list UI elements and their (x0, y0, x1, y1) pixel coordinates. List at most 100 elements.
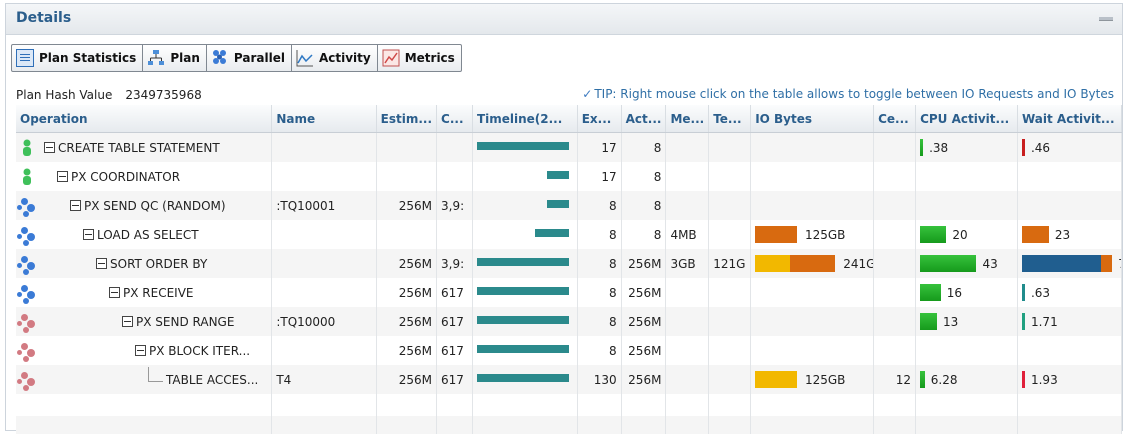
cpu-activity-cell: 6.28 (915, 365, 1018, 394)
name-cell: :TQ10000 (271, 307, 377, 336)
collapse-node-icon[interactable] (70, 200, 81, 211)
table-row[interactable]: CREATE TABLE STATEMENT 17 8 .38 .46 (16, 132, 1123, 162)
column-header[interactable]: Wait Activit... (1017, 105, 1123, 133)
name-cell: :TQ10001 (271, 191, 377, 220)
table-row[interactable]: SORT ORDER BY256M3,9:8256M3GB121G241GB43… (16, 249, 1123, 278)
tab-plan-statistics[interactable]: Plan Statistics (12, 45, 144, 71)
tip-text: ✓ TIP: Right mouse click on the table all… (582, 87, 1114, 101)
cost-cell: 3,9: (436, 249, 473, 278)
cost-cell (436, 162, 473, 191)
column-header[interactable]: Me... (665, 105, 710, 133)
actual-rows-cell: 256M (621, 278, 667, 307)
timeline-bar (476, 316, 570, 324)
collapse-node-icon[interactable] (122, 316, 133, 327)
io-bytes-value: 125GB (804, 373, 846, 387)
timeline-cell (472, 307, 578, 336)
temp-cell (708, 278, 752, 307)
tab-label: Plan (170, 51, 200, 65)
column-header[interactable]: Act... (621, 105, 667, 133)
table-row[interactable]: PX BLOCK ITER... 256M 617 8 256M (16, 336, 1123, 365)
memory-cell (665, 307, 710, 336)
cpu-activity-value: 20 (952, 228, 968, 242)
column-header[interactable]: C... (436, 105, 473, 133)
table-row[interactable]: PX SEND RANGE:TQ10000 256M 617 8 256M 13 1.71 (16, 307, 1123, 336)
estimated-rows-cell: 256M (376, 307, 438, 336)
table-row[interactable]: TABLE ACCES... T4 256M 617 130 256M 125GB 12 6.2… (16, 365, 1123, 394)
name-cell (271, 278, 377, 307)
check-icon: ✓ (582, 87, 593, 101)
column-header[interactable]: Estim... (376, 105, 438, 133)
temp-cell (708, 365, 752, 394)
collapse-node-icon[interactable] (135, 345, 146, 356)
cpu-activity-value: .38 (929, 141, 949, 155)
operation-label: PX RECEIVE (123, 285, 194, 300)
column-header[interactable]: Ex... (577, 105, 622, 133)
cost-cell: 617 (436, 307, 473, 336)
wait-activity-cell (1017, 191, 1123, 220)
temp-cell (708, 336, 752, 365)
collapse-node-icon[interactable] (44, 142, 55, 153)
tab-activity[interactable]: Activity (292, 45, 378, 71)
parallel-server-set2-icon (20, 371, 36, 389)
column-header[interactable]: Ce... (873, 105, 917, 133)
operation-label: TABLE ACCES... (166, 372, 259, 387)
executions-cell: 130 (577, 365, 622, 394)
tab-parallel[interactable]: Parallel (207, 45, 292, 71)
memory-cell (665, 278, 710, 307)
actual-rows-cell: 8 (621, 220, 667, 249)
actual-rows-cell: 8 (621, 132, 667, 162)
cell-offload-cell (873, 307, 917, 336)
column-header[interactable]: Operation (16, 105, 273, 133)
table-icon (16, 49, 34, 67)
column-header[interactable]: Name (271, 105, 377, 133)
table-row[interactable]: LOAD AS SELECT 8 8 4MB 125GB 20 23 (16, 220, 1123, 249)
tree-diagram-icon (147, 49, 165, 67)
io-bytes-cell (750, 336, 875, 365)
collapse-node-icon[interactable] (109, 287, 120, 298)
name-cell (271, 162, 377, 191)
column-header[interactable]: CPU Activit... (915, 105, 1018, 133)
collapse-node-icon[interactable] (83, 229, 94, 240)
collapse-node-icon[interactable] (57, 171, 68, 182)
collapse-node-icon[interactable] (96, 258, 107, 269)
operation-label: PX SEND QC (RANDOM) (84, 198, 226, 213)
memory-cell (665, 336, 710, 365)
cpu-activity-cell (915, 336, 1018, 365)
executions-cell: 8 (577, 220, 622, 249)
cpu-activity-cell: 43 (915, 249, 1018, 278)
wait-activity-cell: .46 (1017, 132, 1123, 162)
timeline-bar (546, 200, 570, 208)
actual-rows-cell: 256M (621, 249, 667, 278)
column-header[interactable]: Timeline(2... (472, 105, 578, 133)
temp-cell (708, 162, 752, 191)
column-header[interactable]: Te... (708, 105, 752, 133)
estimated-rows-cell: 256M (376, 191, 438, 220)
table-row[interactable]: PX RECEIVE 256M 617 8 256M 16.63 (16, 278, 1123, 307)
temp-cell (708, 307, 752, 336)
tab-metrics[interactable]: Metrics (378, 45, 461, 71)
io-bytes-bar (755, 371, 797, 388)
operation-label: LOAD AS SELECT (97, 227, 199, 242)
cpu-activity-cell: 20 (915, 220, 1018, 249)
plan-statistics-table: Operation Name Estim... C... Timeline(2.… (16, 105, 1123, 434)
timeline-cell (472, 249, 578, 278)
column-header[interactable]: IO Bytes (750, 105, 875, 133)
estimated-rows-cell: 256M (376, 365, 438, 394)
executions-cell: 8 (577, 191, 622, 220)
io-bytes-bar (789, 255, 836, 272)
parallel-server-set2-icon (20, 342, 36, 360)
wait-activity-bar (1021, 255, 1101, 272)
cell-offload-cell (873, 220, 917, 249)
tab-plan[interactable]: Plan (143, 45, 207, 71)
cell-offload-cell (873, 162, 917, 191)
name-cell (271, 220, 377, 249)
wait-activity-bar (1021, 313, 1025, 330)
wait-activity-value: 1.93 (1030, 373, 1058, 387)
operation-cell: PX RECEIVE (16, 278, 273, 307)
table-row[interactable]: PX COORDINATOR 17 8 (16, 162, 1123, 191)
table-row[interactable]: PX SEND QC (RANDOM):TQ10001 256M 3,9: 8 8 (16, 191, 1123, 220)
cpu-activity-value: 43 (982, 257, 998, 271)
memory-cell (665, 132, 710, 162)
parallel-servers-icon (211, 49, 229, 67)
minimize-icon[interactable] (1099, 17, 1113, 21)
